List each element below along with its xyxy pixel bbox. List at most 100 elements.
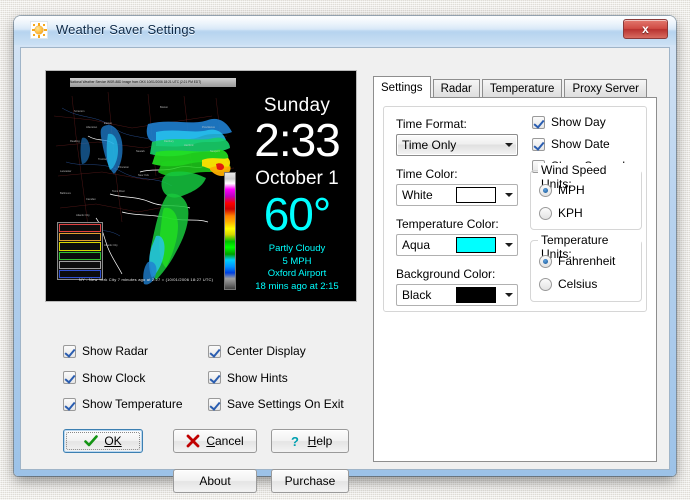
tab-settings[interactable]: Settings — [373, 76, 431, 98]
preview-text-panel: Sunday 2:33 October 1 60° Partly Cloudy … — [242, 71, 352, 293]
svg-text:?: ? — [291, 434, 299, 448]
radio-kph[interactable]: KPH — [539, 206, 583, 220]
chevron-down-icon[interactable] — [500, 185, 517, 205]
svg-text:Scranton: Scranton — [74, 109, 85, 113]
checkbox-save-settings-on-exit[interactable]: Save Settings On Exit — [208, 397, 353, 411]
svg-text:Easton: Easton — [104, 121, 113, 125]
close-button[interactable]: x — [623, 19, 668, 39]
radio-button[interactable] — [539, 183, 552, 197]
svg-text:Baltimore: Baltimore — [60, 191, 72, 195]
preview-conditions: Partly Cloudy 5 MPH Oxford Airport 18 mi… — [242, 243, 352, 293]
radio-button[interactable] — [539, 254, 552, 268]
radar-header-strip: National Weather Service WSR-88D Image f… — [70, 78, 236, 87]
purchase-button[interactable]: Purchase — [271, 469, 349, 493]
preview-updated: 18 mins ago at 2:15 — [255, 280, 339, 292]
svg-text:Atlantic City: Atlantic City — [104, 243, 118, 247]
desktop-background: Weather Saver Settings x Scranton Allent… — [0, 0, 690, 500]
svg-text:Lancaster: Lancaster — [60, 169, 72, 173]
tab-proxy-server[interactable]: Proxy Server — [564, 79, 647, 98]
checkbox-box[interactable] — [532, 137, 545, 151]
time-format-label: Time Format: — [396, 117, 467, 131]
time-color-swatch — [456, 187, 496, 203]
radio-button[interactable] — [539, 277, 552, 291]
chevron-down-icon[interactable] — [500, 135, 517, 155]
svg-text:Toms River: Toms River — [112, 189, 125, 193]
radio-fahrenheit[interactable]: Fahrenheit — [539, 254, 615, 268]
checkbox-label: Show Radar — [82, 344, 149, 358]
svg-text:Danbury: Danbury — [164, 139, 175, 143]
tab-strip: Settings Radar Temperature Proxy Server — [373, 76, 649, 98]
checkmark-icon — [84, 435, 99, 447]
checkbox-box[interactable] — [63, 344, 76, 358]
svg-text:Reading: Reading — [70, 139, 80, 143]
radio-label: Fahrenheit — [558, 254, 616, 268]
time-color-combo[interactable]: White — [396, 184, 518, 206]
cancel-button[interactable]: Cancel — [173, 429, 257, 453]
option-row: Show Radar Center Display — [63, 344, 353, 358]
background-color-value: Black — [402, 288, 432, 302]
radar-color-scale — [224, 172, 236, 290]
about-button[interactable]: About — [173, 469, 257, 493]
ok-button-label: OK — [104, 434, 122, 448]
settings-inner-panel: Time Format: Time Only Time Color: White — [383, 106, 647, 312]
title-bar[interactable]: Weather Saver Settings x — [14, 16, 676, 45]
checkbox-label: Save Settings On Exit — [227, 397, 344, 411]
checkbox-center-display[interactable]: Center Display — [208, 344, 353, 358]
display-options-group: Show Radar Center Display Show Clock Sho… — [63, 344, 353, 424]
checkbox-show-radar[interactable]: Show Radar — [63, 344, 208, 358]
dialog-client-area: Scranton Allentown Easton Reading Trento… — [20, 47, 670, 493]
sun-icon — [30, 21, 48, 39]
about-button-label: About — [199, 474, 231, 488]
question-mark-icon: ? — [291, 434, 299, 448]
time-format-value: Time Only — [402, 138, 457, 152]
option-row: Show Clock Show Hints — [63, 371, 353, 385]
purchase-button-label: Purchase — [284, 474, 336, 488]
checkbox-box[interactable] — [63, 397, 76, 411]
chevron-down-icon[interactable] — [500, 285, 517, 305]
settings-dialog: Weather Saver Settings x Scranton Allent… — [14, 16, 676, 493]
radio-celsius[interactable]: Celsius — [539, 277, 597, 291]
background-color-combo[interactable]: Black — [396, 284, 518, 306]
help-button[interactable]: ? Help — [271, 429, 349, 453]
tab-page-settings: Time Format: Time Only Time Color: White — [373, 97, 657, 462]
svg-text:Princeton: Princeton — [118, 165, 130, 169]
tab-temperature[interactable]: Temperature — [481, 79, 563, 98]
svg-text:Hartford: Hartford — [184, 143, 194, 147]
temperature-color-combo[interactable]: Aqua — [396, 234, 518, 256]
checkbox-box[interactable] — [208, 397, 221, 411]
tab-radar[interactable]: Radar — [432, 79, 480, 98]
preview-station: Oxford Airport — [267, 268, 327, 279]
radio-label: Celsius — [558, 277, 598, 291]
settings-tab-control: Settings Radar Temperature Proxy Server — [373, 76, 657, 462]
radio-button[interactable] — [539, 206, 552, 220]
checkbox-box[interactable] — [532, 115, 545, 129]
radar-caption: NY - New York City 7 minutes ago at 2:27… — [78, 277, 214, 282]
checkbox-label: Center Display — [227, 344, 306, 358]
radio-mph[interactable]: MPH — [539, 183, 585, 197]
window-title: Weather Saver Settings — [56, 22, 196, 37]
screensaver-preview: Scranton Allentown Easton Reading Trento… — [45, 70, 357, 302]
checkbox-label: Show Clock — [82, 370, 146, 385]
checkbox-box[interactable] — [208, 344, 221, 358]
help-button-label: Help — [307, 434, 333, 448]
checkbox-box[interactable] — [63, 371, 76, 384]
checkbox-show-hints[interactable]: Show Hints — [208, 371, 353, 385]
checkbox-show-temperature[interactable]: Show Temperature — [63, 397, 208, 411]
radio-label: KPH — [558, 206, 583, 220]
time-color-label: Time Color: — [396, 167, 458, 181]
checkbox-show-date[interactable]: Show Date — [532, 137, 640, 151]
ok-button[interactable]: OK — [63, 429, 143, 453]
checkbox-show-clock[interactable]: Show Clock — [63, 371, 208, 385]
checkbox-label: Show Day — [551, 115, 606, 129]
time-format-combo[interactable]: Time Only — [396, 134, 518, 156]
checkbox-show-day[interactable]: Show Day — [532, 115, 640, 129]
radar-image: Scranton Allentown Easton Reading Trento… — [52, 76, 240, 298]
tab-label: Proxy Server — [572, 83, 639, 95]
checkbox-label: Show Hints — [227, 370, 288, 385]
temperature-units-group: Temperature Units: Fahrenheit Celsius — [530, 233, 642, 302]
preview-condition: Partly Cloudy — [268, 243, 326, 254]
svg-text:Newport: Newport — [210, 149, 220, 153]
chevron-down-icon[interactable] — [500, 235, 517, 255]
preview-time: 2:33 — [254, 114, 341, 166]
checkbox-box[interactable] — [208, 371, 221, 384]
